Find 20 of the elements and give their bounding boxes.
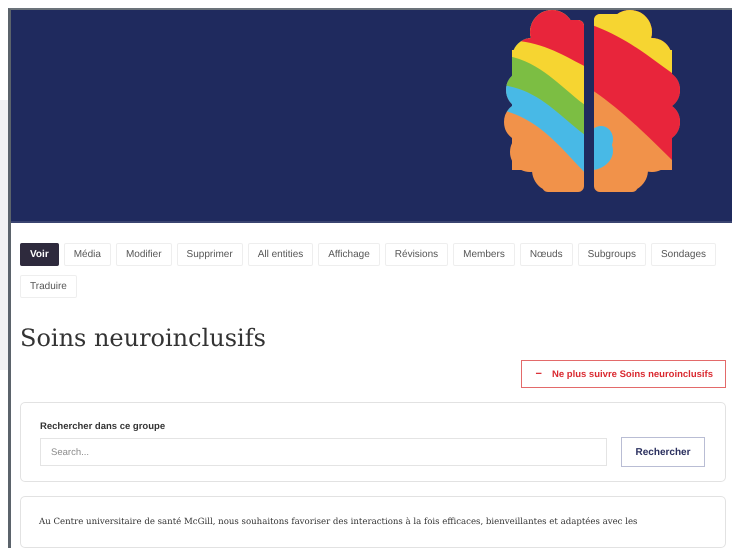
page-title: Soins neuroinclusifs <box>20 324 267 352</box>
tab[interactable]: Révisions <box>384 243 448 266</box>
tab[interactable]: Subgroups <box>578 243 646 266</box>
search-label: Rechercher dans ce groupe <box>40 421 166 432</box>
tab[interactable]: All entities <box>248 243 314 266</box>
search-field[interactable]: Search... <box>40 438 607 466</box>
tab[interactable]: Média <box>64 243 111 266</box>
unfollow-label: Ne plus suivre Soins neuroinclusifs <box>552 368 713 380</box>
description-text: Au Centre universitaire de santé McGill, nous souhaitons favoriser des interactions à la fois efficaces, bienveillantes et adaptées avec les <box>39 517 638 527</box>
tab[interactable]: Traduire <box>20 275 77 298</box>
tab[interactable]: Supprimer <box>176 243 243 266</box>
search-button[interactable]: Rechercher <box>621 437 705 467</box>
tab[interactable]: Voir <box>20 243 59 266</box>
tab[interactable]: Members <box>453 243 515 266</box>
tab[interactable]: Affichage <box>318 243 380 266</box>
tab[interactable]: Nœuds <box>520 243 573 266</box>
tab[interactable]: Modifier <box>116 243 172 266</box>
tab[interactable]: Sondages <box>651 243 716 266</box>
minus-icon: − <box>536 368 542 380</box>
unfollow-button[interactable]: − Ne plus suivre Soins neuroinclusifs <box>520 360 726 388</box>
